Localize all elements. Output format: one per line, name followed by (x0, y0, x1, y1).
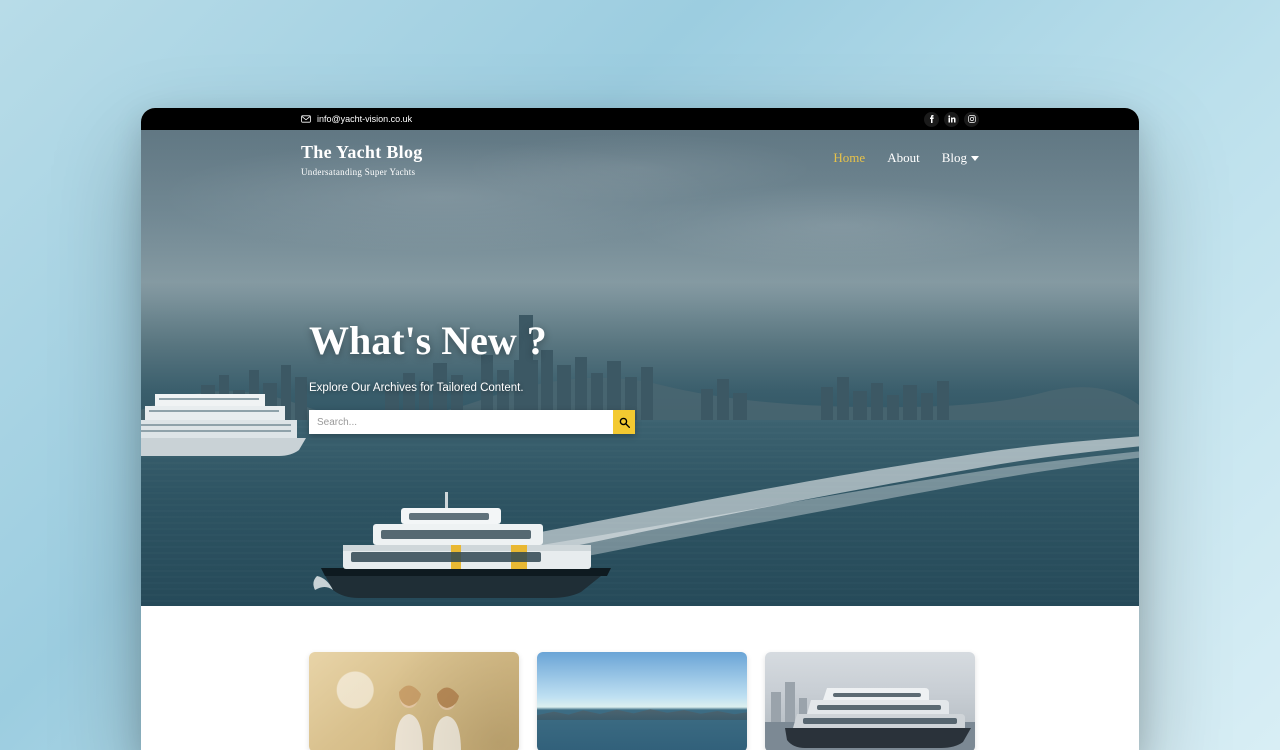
social-links (924, 112, 979, 127)
card-2[interactable] (537, 652, 747, 750)
cards-row (141, 606, 1139, 750)
nav-blog[interactable]: Blog (942, 150, 979, 166)
card-3[interactable] (765, 652, 975, 750)
email-text: info@yacht-vision.co.uk (317, 114, 412, 124)
nav-home[interactable]: Home (833, 150, 865, 166)
card-1-people-graphic (381, 682, 491, 750)
nav-home-label: Home (833, 150, 865, 166)
brand-title: The Yacht Blog (301, 142, 423, 163)
brand-subtitle: Undersatanding Super Yachts (301, 167, 423, 177)
search-form (309, 410, 635, 434)
nav-blog-label: Blog (942, 150, 967, 166)
contact-email[interactable]: info@yacht-vision.co.uk (301, 114, 412, 124)
hero-content: What's New ? Explore Our Archives for Ta… (141, 177, 701, 434)
instagram-icon (968, 115, 976, 123)
card-3-yacht-graphic (765, 652, 975, 750)
chevron-down-icon (971, 156, 979, 161)
hero-title: What's New ? (309, 317, 701, 364)
card-2-image (537, 652, 747, 750)
search-icon (619, 417, 630, 428)
top-bar: info@yacht-vision.co.uk (141, 108, 1139, 130)
facebook-link[interactable] (924, 112, 939, 127)
nav-about-label: About (887, 150, 920, 166)
brand[interactable]: The Yacht Blog Undersatanding Super Yach… (301, 142, 423, 177)
search-input[interactable] (309, 410, 613, 434)
instagram-link[interactable] (964, 112, 979, 127)
main-nav: The Yacht Blog Undersatanding Super Yach… (141, 130, 1139, 177)
hero-subtitle: Explore Our Archives for Tailored Conten… (309, 382, 701, 394)
linkedin-icon (948, 115, 956, 123)
menu: Home About Blog (833, 142, 979, 166)
facebook-icon (928, 115, 936, 123)
hero-section: The Yacht Blog Undersatanding Super Yach… (141, 130, 1139, 606)
browser-frame: info@yacht-vision.co.uk (141, 108, 1139, 750)
card-1-image (309, 652, 519, 750)
mail-icon (301, 115, 311, 123)
card-1[interactable] (309, 652, 519, 750)
water-graphic (141, 420, 1139, 606)
linkedin-link[interactable] (944, 112, 959, 127)
search-button[interactable] (613, 410, 635, 434)
nav-about[interactable]: About (887, 150, 920, 166)
